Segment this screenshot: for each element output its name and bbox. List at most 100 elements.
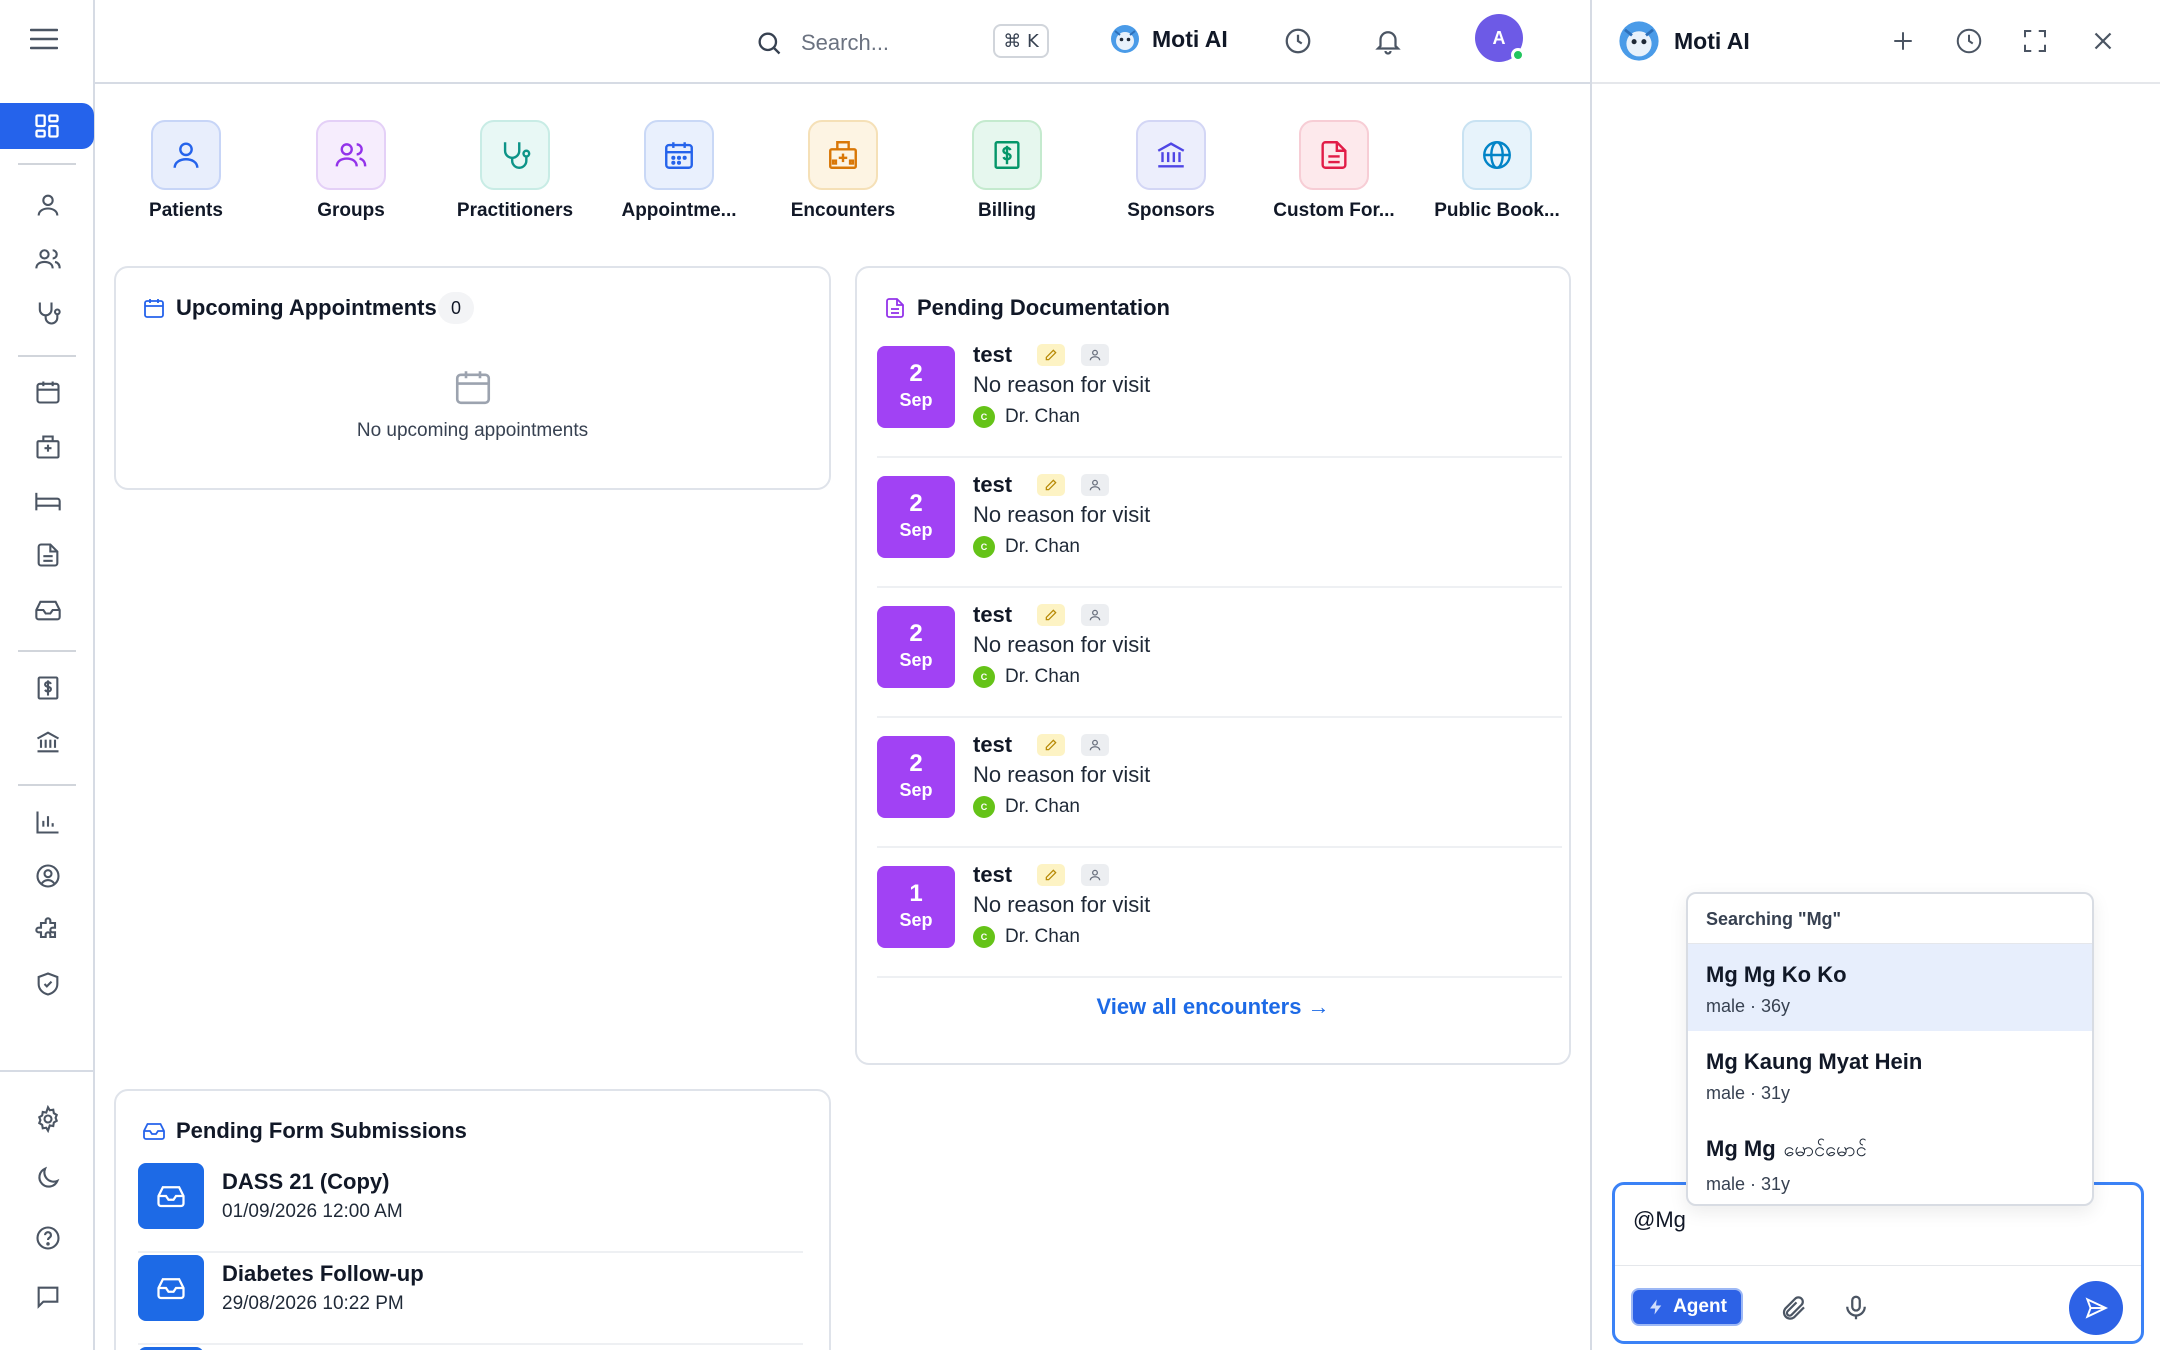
suggestion-option[interactable]: Mg Mg မောင်မောင် male · 31y — [1688, 1118, 2092, 1204]
sidebar-item-inbox[interactable] — [26, 588, 70, 632]
quick-nav-groups[interactable]: Groups — [276, 120, 426, 222]
sidebar-item-encounters[interactable] — [26, 425, 70, 469]
search-input[interactable]: Search... — [801, 30, 889, 56]
doctor-avatar: C — [973, 926, 995, 948]
sidebar-item-appointments[interactable] — [26, 370, 70, 414]
chat-input[interactable]: @Mg — [1633, 1207, 1686, 1233]
user-avatar[interactable]: A — [1475, 14, 1525, 62]
encounter-doctor: C Dr. Chan — [973, 406, 1080, 428]
encounter-row[interactable]: 2 Sep test No reason for visit C Dr. Chan — [877, 588, 1562, 718]
notifications-bell-icon[interactable] — [1373, 26, 1407, 60]
date-day: 2 — [909, 490, 923, 517]
date-day: 1 — [909, 880, 923, 907]
document-icon — [883, 296, 907, 320]
dark-mode-moon-icon[interactable] — [26, 1156, 70, 1200]
inbox-icon — [142, 1119, 166, 1143]
calendar-icon — [142, 296, 166, 320]
quick-nav-label: Public Book... — [1434, 200, 1560, 221]
sidebar-item-billing[interactable] — [26, 666, 70, 710]
view-all-encounters-link[interactable]: View all encounters → — [857, 994, 1569, 1020]
receipt-dollar-icon — [972, 120, 1042, 190]
moti-ai-button[interactable]: Moti AI — [1110, 24, 1228, 54]
quick-nav-billing[interactable]: Billing — [932, 120, 1082, 222]
patient-name: Mg Kaung Myat Hein — [1706, 1049, 1923, 1074]
encounter-title: test — [973, 862, 1013, 887]
quick-nav-sponsors[interactable]: Sponsors — [1096, 120, 1246, 222]
sidebar-item-integrations[interactable] — [26, 908, 70, 952]
encounter-title: test — [973, 472, 1013, 497]
quick-nav-custom-forms[interactable]: Custom For... — [1259, 120, 1409, 222]
encounter-row[interactable]: 2 Sep test No reason for visit C Dr. Chan — [877, 718, 1562, 848]
inbox-icon — [138, 1163, 204, 1229]
search-icon — [755, 29, 783, 57]
sidebar-item-groups[interactable] — [26, 237, 70, 281]
bank-icon — [1136, 120, 1206, 190]
encounter-row[interactable]: 2 Sep test No reason for visit C Dr. Chan — [877, 328, 1562, 458]
users-icon — [316, 120, 386, 190]
edit-note-icon — [1037, 734, 1065, 756]
close-icon[interactable] — [2088, 26, 2120, 58]
file-text-icon — [1299, 120, 1369, 190]
sidebar-item-beds[interactable] — [26, 479, 70, 523]
suggestion-option[interactable]: Mg Mg Ko Ko male · 36y — [1688, 944, 2092, 1031]
form-name: Diabetes Follow-up — [222, 1261, 424, 1286]
doctor-avatar: C — [973, 796, 995, 818]
person-icon — [1081, 474, 1109, 496]
quick-nav-encounters[interactable]: Encounters — [768, 120, 918, 222]
global-search[interactable]: Search... — [755, 22, 1155, 64]
hospital-icon — [808, 120, 878, 190]
sidebar-item-account[interactable] — [26, 854, 70, 898]
quick-nav-practitioners[interactable]: Practitioners — [440, 120, 590, 222]
form-submission-row[interactable]: Diabetes Follow-up 29/08/2026 10:22 PM — [138, 1255, 803, 1345]
quick-nav-appointments[interactable]: Appointme... — [604, 120, 754, 222]
form-date: 29/08/2026 10:22 PM — [222, 1293, 404, 1314]
expand-icon[interactable] — [2020, 26, 2052, 58]
person-icon — [1081, 604, 1109, 626]
globe-icon — [1462, 120, 1532, 190]
moti-ai-panel: Moti AI @Mg Agent Searching "Mg" Mg Mg K… — [1590, 0, 2160, 1350]
history-clock-icon[interactable] — [1283, 26, 1317, 60]
doctor-name: Dr. Chan — [1005, 926, 1080, 947]
quick-nav-label: Encounters — [790, 200, 896, 221]
sidebar-item-sponsors[interactable] — [26, 720, 70, 764]
quick-nav-patients[interactable]: Patients — [111, 120, 261, 222]
edit-note-icon — [1037, 474, 1065, 496]
settings-gear-icon[interactable] — [26, 1097, 70, 1141]
chat-history-clock-icon[interactable] — [1954, 26, 1986, 58]
encounter-reason: No reason for visit — [973, 762, 1151, 787]
mention-suggestions: Searching "Mg" Mg Mg Ko Ko male · 36y Mg… — [1686, 892, 2094, 1206]
sidebar-item-reports[interactable] — [26, 800, 70, 844]
sidebar-item-patients[interactable] — [26, 183, 70, 227]
encounter-row[interactable]: 2 Sep test No reason for visit C Dr. Chan — [877, 458, 1562, 588]
help-icon[interactable] — [26, 1216, 70, 1260]
form-submission-row[interactable]: DASS 21 (Copy) 01/09/2026 12:00 AM — [138, 1163, 803, 1253]
calendar-icon — [644, 120, 714, 190]
feedback-chat-icon[interactable] — [26, 1275, 70, 1319]
encounter-row[interactable]: 1 Sep test No reason for visit C Dr. Chan — [877, 848, 1562, 978]
sidebar-item-dashboard[interactable] — [0, 103, 94, 149]
person-icon — [1081, 864, 1109, 886]
quick-nav-public-booking[interactable]: Public Book... — [1422, 120, 1572, 222]
sidebar-item-practitioners[interactable] — [26, 291, 70, 335]
encounter-reason: No reason for visit — [973, 632, 1151, 657]
send-button[interactable] — [2069, 1281, 2123, 1335]
stethoscope-icon — [480, 120, 550, 190]
quick-nav-label: Custom For... — [1273, 200, 1395, 221]
quick-nav-label: Patients — [149, 200, 223, 221]
encounter-reason: No reason for visit — [973, 892, 1151, 917]
microphone-icon[interactable] — [1841, 1293, 1871, 1323]
date-day: 2 — [909, 620, 923, 647]
sidebar-item-security[interactable] — [26, 962, 70, 1006]
doctor-avatar: C — [973, 406, 995, 428]
new-chat-plus-icon[interactable] — [1888, 26, 1920, 58]
patient-name: Mg Mg — [1706, 1136, 1776, 1161]
suggestion-option[interactable]: Mg Kaung Myat Hein male · 31y — [1688, 1031, 2092, 1118]
online-status-dot — [1511, 48, 1525, 62]
date-month: Sep — [899, 390, 933, 410]
agent-mode-button[interactable]: Agent — [1631, 1288, 1743, 1326]
send-arrow-icon — [2083, 1295, 2109, 1321]
doctor-name: Dr. Chan — [1005, 406, 1080, 427]
menu-icon[interactable] — [30, 28, 66, 56]
attach-paperclip-icon[interactable] — [1779, 1293, 1809, 1323]
sidebar-item-documents[interactable] — [26, 533, 70, 577]
